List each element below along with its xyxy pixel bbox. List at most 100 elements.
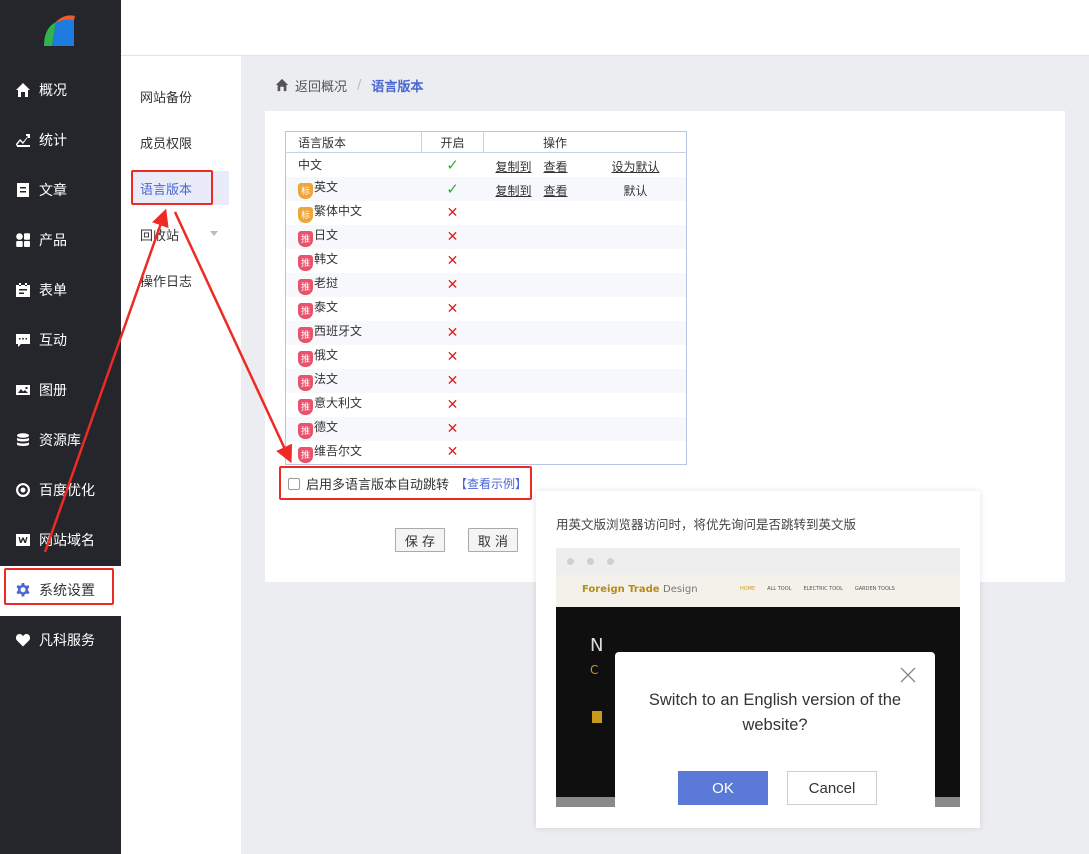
actions-cell [483,272,687,297]
default-label: 默认 [623,183,648,198]
disabled-cross-icon[interactable]: ✕ [447,253,459,269]
chart-icon [14,131,32,149]
view-link[interactable]: 查看 [544,182,568,199]
view-link[interactable]: 查看 [544,158,568,175]
actions-cell [483,320,687,345]
sidebar-item-services[interactable]: 凡科服务 [0,620,121,660]
disabled-cross-icon[interactable]: ✕ [447,205,459,221]
disabled-cross-icon[interactable]: ✕ [447,421,459,437]
sidebar-item-label: 统计 [39,133,67,149]
actions-cell [483,368,687,393]
sidebar-item-products[interactable]: 产品 [0,220,121,260]
language-name-cell: 推意大利文 [286,393,422,417]
preview-site-header: Foreign Trade Design HOME ALL TOOL ELECT… [556,575,960,607]
recommended-badge-icon: 推 [298,398,313,415]
column-header-language: 语言版本 [285,131,422,153]
language-name: 英文 [314,180,339,195]
home-icon [14,81,32,99]
sidebar-item-domain[interactable]: 网站域名 [0,520,121,560]
language-name: 泰文 [314,300,339,315]
enabled-check-icon[interactable]: ✓ [446,180,459,198]
chevron-down-icon [210,231,218,236]
preview-site-brand: Foreign Trade Design [582,584,698,595]
chat-icon [14,331,32,349]
sidebar-item-overview[interactable]: 概况 [0,70,121,110]
sidebar-item-label: 文章 [39,183,67,199]
table-row: 标繁体中文 ✕ [286,201,687,225]
disabled-cross-icon[interactable]: ✕ [447,397,459,413]
enabled-cell: ✕ [422,297,484,321]
grid-icon [14,231,32,249]
article-icon [14,181,32,199]
sidebar-item-interaction[interactable]: 互动 [0,320,121,360]
language-name-cell: 推维吾尔文 [286,441,422,465]
copy-to-link[interactable]: 复制到 [496,182,532,199]
sidebar-item-label: 凡科服务 [39,633,95,649]
breadcrumb-back-link[interactable]: 返回概况 [295,76,347,95]
table-header: 语言版本 开启 操作 [285,131,687,153]
database-icon [14,431,32,449]
language-name: 法文 [314,372,339,387]
actions-cell: 复制到 查看 设为默认 [484,153,687,177]
language-name: 日文 [314,228,339,243]
copy-to-link[interactable]: 复制到 [496,158,532,175]
target-icon [14,481,32,499]
sidebar-item-label: 产品 [39,233,67,249]
table-row: 中文 ✓ 复制到 查看 设为默认 [286,153,687,177]
window-dot-icon [587,558,594,565]
set-default-link[interactable]: 设为默认 [612,158,660,175]
sidebar-item-seo[interactable]: 百度优化 [0,470,121,510]
window-dot-icon [607,558,614,565]
browser-chrome [556,548,960,575]
table-row: 推韩文 ✕ [286,249,687,273]
language-name: 西班牙文 [314,324,363,339]
table-row: 推俄文 ✕ [286,345,687,369]
example-tooltip: 用英文版浏览器访问时，将优先询问是否跳转到英文版 Foreign Trade D… [536,491,980,828]
disabled-cross-icon[interactable]: ✕ [447,444,459,460]
disabled-cross-icon[interactable]: ✕ [447,373,459,389]
sidebar-item-stats[interactable]: 统计 [0,120,121,160]
recommended-badge-icon: 推 [298,422,313,439]
column-header-enabled: 开启 [421,131,484,153]
sidebar-item-resources[interactable]: 资源库 [0,420,121,460]
dialog-cancel-button[interactable]: Cancel [787,771,877,805]
breadcrumb: 返回概况 / 语言版本 [275,75,423,95]
disabled-cross-icon[interactable]: ✕ [447,301,459,317]
recommended-badge-icon: 推 [298,326,313,343]
language-name-cell: 标英文 [285,176,422,201]
sidebar-item-gallery[interactable]: 图册 [0,370,121,410]
table-row: 标英文 ✓ 复制到 查看 默认 [285,176,687,201]
close-icon[interactable] [899,666,917,684]
cancel-button[interactable]: 取 消 [468,528,518,552]
sidebar-item-forms[interactable]: 表单 [0,270,121,310]
preview-hero-accent [592,711,602,723]
disabled-cross-icon[interactable]: ✕ [447,277,459,293]
submenu-item-backup[interactable]: 网站备份 [131,79,229,113]
dialog-ok-button[interactable]: OK [678,771,768,805]
enabled-cell: ✕ [421,416,484,441]
enabled-cell: ✓ [421,176,484,201]
dialog-message: Switch to an English version of the webs… [648,691,902,734]
language-name-cell: 推韩文 [286,249,422,273]
disabled-cross-icon[interactable]: ✕ [447,349,459,365]
logo-icon[interactable] [38,12,78,48]
annotation-box-auto-redirect [279,466,532,500]
sidebar-item-articles[interactable]: 文章 [0,170,121,210]
recommended-badge-icon: 推 [298,278,313,295]
actions-cell [484,249,687,273]
language-name-cell: 推俄文 [286,345,422,369]
tooltip-description: 用英文版浏览器访问时，将优先询问是否跳转到英文版 [556,517,857,532]
submenu-item-permissions[interactable]: 成员权限 [131,125,229,159]
enabled-check-icon[interactable]: ✓ [446,156,459,174]
enabled-cell: ✕ [422,249,484,273]
actions-cell [484,201,687,225]
language-name: 意大利文 [314,396,363,411]
home-icon [275,78,289,92]
actions-cell [484,441,687,465]
actions-cell [484,393,687,417]
submenu-item-log[interactable]: 操作日志 [131,263,229,297]
disabled-cross-icon[interactable]: ✕ [447,229,459,245]
recommended-badge-icon: 推 [298,254,313,271]
disabled-cross-icon[interactable]: ✕ [447,325,459,341]
save-button[interactable]: 保 存 [395,528,445,552]
